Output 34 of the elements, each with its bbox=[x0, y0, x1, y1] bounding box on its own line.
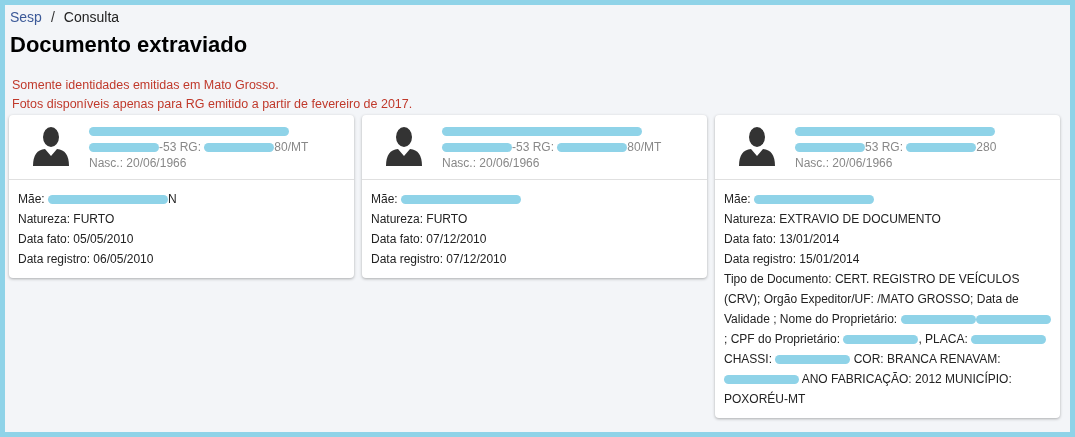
detail-text: Mãe: bbox=[371, 189, 698, 209]
detail-text: Natureza: EXTRAVIO DE DOCUMENTO bbox=[724, 211, 942, 228]
id-line: -53 RG: 80/MT bbox=[442, 139, 662, 155]
detail-text: Data fato: 05/05/2010 bbox=[18, 231, 135, 248]
redaction-mark bbox=[442, 142, 512, 152]
detail-text: Mãe: N bbox=[18, 191, 178, 208]
redaction-mark bbox=[906, 142, 977, 152]
breadcrumb-current: Consulta bbox=[63, 8, 120, 26]
detail-text: Data registro: 07/12/2010 bbox=[371, 251, 508, 268]
detail-text: Natureza: FURTO bbox=[18, 211, 116, 228]
page-title: Documento extraviado bbox=[9, 31, 249, 59]
detail-text: Natureza: FURTO bbox=[371, 211, 469, 228]
redaction-mark bbox=[89, 142, 159, 152]
breadcrumb-separator: / bbox=[50, 8, 55, 26]
redaction-mark bbox=[795, 142, 865, 152]
detail-text: Data fato: 13/01/2014 bbox=[724, 231, 841, 248]
id-line: 53 RG: 280 bbox=[795, 139, 997, 155]
detail-text: Tipo de Documento: CERT. REGISTRO DE VEÍCULOS (CRV); Orgão Expeditor/UF: /MATO GROSSO; Data de Validade ; Nome do Proprietário: ; CPF do Proprietário: , PLACA: CHASSI: COR: BRANCA RENAVAM: ANO FABRICAÇÃO: 2012 MUNICÍPIO: POXORÉU-MT bbox=[724, 269, 1051, 409]
detail-text: Data registro: 06/05/2010 bbox=[18, 251, 155, 268]
person-icon bbox=[386, 126, 422, 168]
birth-date: Nasc.: 20/06/1966 bbox=[89, 155, 188, 171]
warning-text: Somente identidades emitidas em Mato Grosso. bbox=[12, 77, 280, 94]
redaction-mark bbox=[204, 142, 275, 152]
redaction-mark bbox=[557, 142, 628, 152]
birth-date: Nasc.: 20/06/1966 bbox=[795, 155, 894, 171]
detail-text: Data fato: 07/12/2010 bbox=[371, 231, 488, 248]
breadcrumb-link[interactable]: Sesp bbox=[10, 8, 42, 26]
person-icon bbox=[739, 126, 775, 168]
detail-text: Mãe: bbox=[724, 189, 1051, 209]
id-line: -53 RG: 80/MT bbox=[89, 139, 309, 155]
person-icon bbox=[33, 126, 69, 168]
birth-date: Nasc.: 20/06/1966 bbox=[442, 155, 541, 171]
detail-text: Data registro: 15/01/2014 bbox=[724, 251, 861, 268]
warning-text: Fotos disponíveis apenas para RG emitido a partir de fevereiro de 2017. bbox=[12, 96, 414, 113]
